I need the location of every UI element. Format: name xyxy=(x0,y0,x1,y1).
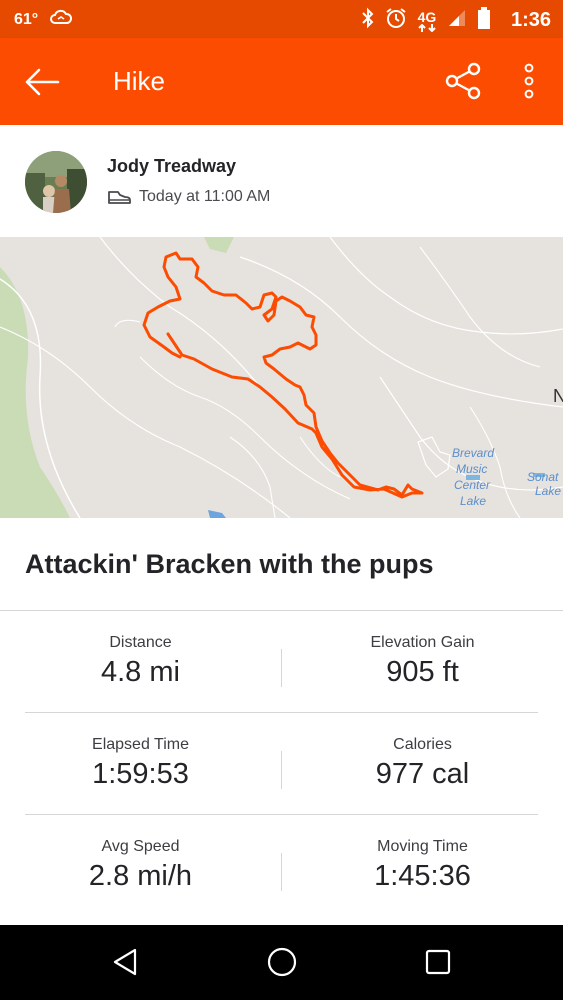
athlete-name[interactable]: Jody Treadway xyxy=(107,156,236,177)
stat-label: Calories xyxy=(393,736,452,753)
stat-label: Avg Speed xyxy=(101,838,180,855)
stat-elevation-gain: Elevation Gain 905 ft xyxy=(282,611,563,713)
activity-title: Attackin' Bracken with the pups xyxy=(25,549,434,579)
nav-home-icon xyxy=(267,947,297,977)
temperature: 61° xyxy=(14,10,39,28)
nav-recents-icon xyxy=(425,949,451,975)
stat-calories: Calories 977 cal xyxy=(282,713,563,815)
stat-value: 905 ft xyxy=(386,656,459,688)
map-label-edge: N xyxy=(553,386,563,406)
stat-value: 1:45:36 xyxy=(374,860,471,892)
page-title: Hike xyxy=(113,66,166,96)
stat-elapsed-time: Elapsed Time 1:59:53 xyxy=(0,713,281,815)
stat-value: 4.8 mi xyxy=(101,656,180,688)
stat-avg-speed: Avg Speed 2.8 mi/h xyxy=(0,815,281,917)
bluetooth-icon xyxy=(361,7,375,34)
clock: 1:36 xyxy=(510,9,551,31)
share-icon xyxy=(445,62,481,100)
stats-grid: Distance 4.8 mi Elevation Gain 905 ft El… xyxy=(0,611,563,917)
stat-value: 1:59:53 xyxy=(92,758,189,790)
back-arrow-icon xyxy=(25,68,60,96)
app-bar: Hike xyxy=(0,38,563,125)
activity-meta: Today at 11:00 AM xyxy=(107,188,270,206)
activity-time: Today at 11:00 AM xyxy=(139,188,271,205)
stat-label: Elapsed Time xyxy=(92,736,189,753)
more-vert-icon xyxy=(524,63,534,99)
map-label-center: Center xyxy=(454,478,491,492)
stat-row: Distance 4.8 mi Elevation Gain 905 ft xyxy=(0,611,563,713)
nav-back-button[interactable] xyxy=(100,939,150,985)
stat-value: 2.8 mi/h xyxy=(88,860,193,892)
network-4g-icon: 4G xyxy=(417,10,437,32)
nav-back-icon xyxy=(113,948,137,976)
map-label-music: Music xyxy=(456,462,487,476)
status-bar: 61° 4G 1:36 xyxy=(0,0,563,38)
stat-row: Avg Speed 2.8 mi/h Moving Time 1:45:36 xyxy=(0,815,563,917)
stat-moving-time: Moving Time 1:45:36 xyxy=(282,815,563,917)
map-label-sonat: Sonat xyxy=(527,470,559,484)
signal-icon xyxy=(447,8,467,33)
nav-recents-button[interactable] xyxy=(413,939,463,985)
stat-label: Elevation Gain xyxy=(370,634,475,651)
map-label-lake: Lake xyxy=(460,494,486,508)
avatar[interactable] xyxy=(25,151,87,213)
hiking-shoe-icon xyxy=(108,191,131,204)
stat-row: Elapsed Time 1:59:53 Calories 977 cal xyxy=(0,713,563,815)
map-label-sonat-lake: Lake xyxy=(535,484,561,498)
map-label-brevard: Brevard xyxy=(452,446,494,460)
battery-icon xyxy=(477,7,491,34)
system-nav-bar xyxy=(0,925,563,1000)
stat-label: Distance xyxy=(109,634,172,651)
athlete-header: Jody Treadway Today at 11:00 AM xyxy=(0,125,563,237)
route-map[interactable]: Brevard Music Center Lake Sonat Lake N xyxy=(0,237,563,518)
stat-value: 977 cal xyxy=(375,758,470,790)
share-button[interactable] xyxy=(440,58,486,104)
nav-home-button[interactable] xyxy=(257,939,307,985)
more-options-button[interactable] xyxy=(512,58,546,104)
cloud-icon xyxy=(50,9,73,30)
stat-distance: Distance 4.8 mi xyxy=(0,611,281,713)
stat-label: Moving Time xyxy=(377,838,468,855)
alarm-icon xyxy=(385,7,407,34)
back-button[interactable] xyxy=(18,60,66,104)
